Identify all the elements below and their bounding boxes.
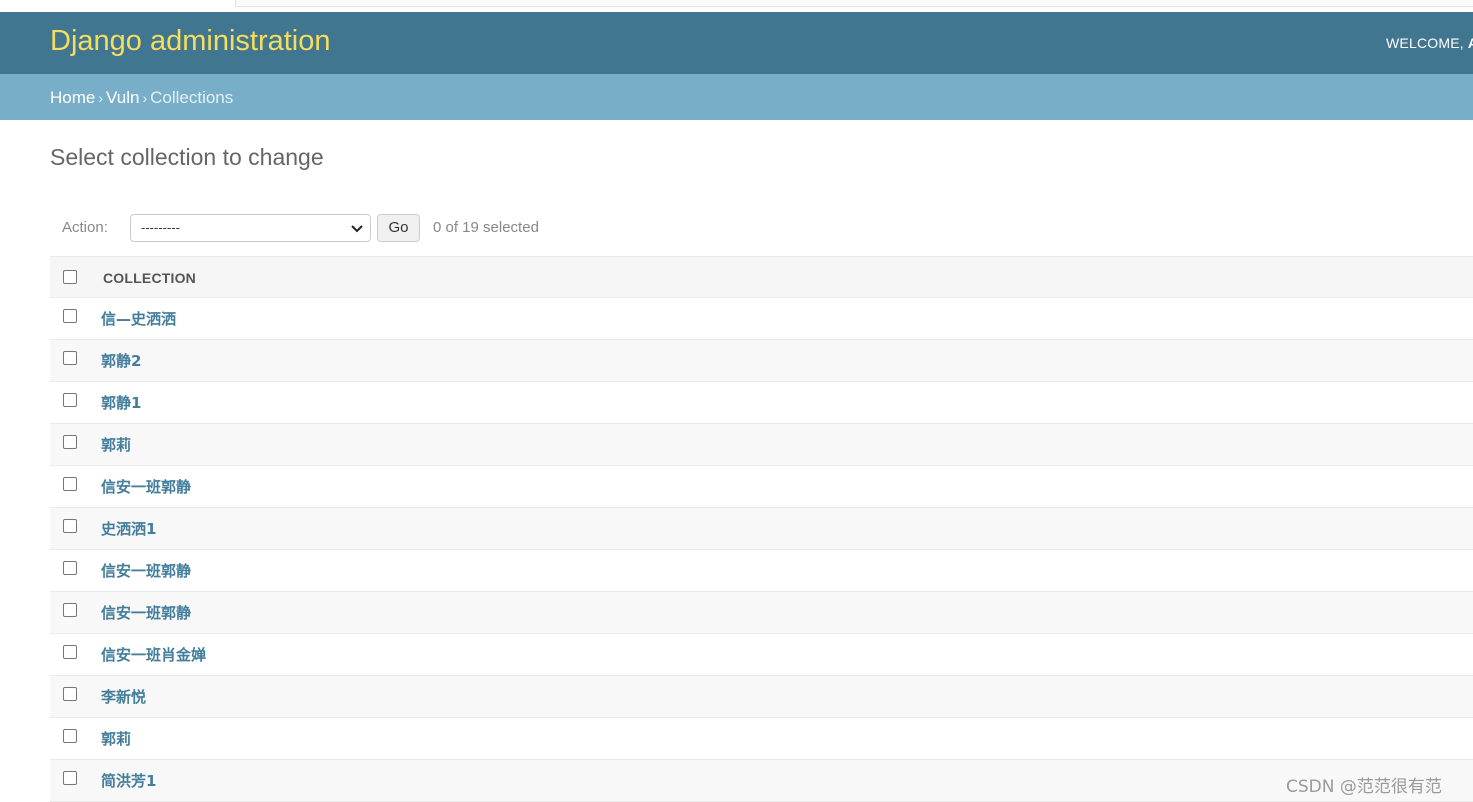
row-checkbox[interactable] [63, 603, 77, 617]
breadcrumb-separator: › [142, 90, 148, 106]
chevron-down-icon [351, 225, 363, 233]
csdn-watermark: CSDN @范范很有范 [1286, 777, 1442, 797]
collection-link[interactable]: 信—史洒洒 [101, 308, 176, 329]
collection-link[interactable]: 信安一班郭静 [101, 476, 191, 497]
select-all-checkbox[interactable] [63, 270, 77, 284]
collection-link[interactable]: 信安一班郭静 [101, 602, 191, 623]
table-row: 郭静1 [50, 382, 1473, 424]
collection-link[interactable]: 李新悦 [101, 686, 146, 707]
action-label: Action: [62, 219, 108, 236]
admin-header: Django administration WELCOME, A [0, 12, 1473, 74]
breadcrumb-separator: › [98, 90, 104, 106]
welcome-text: WELCOME, [1386, 35, 1464, 51]
column-header-collection[interactable]: COLLECTION [103, 270, 196, 286]
action-select[interactable]: --------- [130, 214, 371, 242]
row-checkbox[interactable] [63, 351, 77, 365]
breadcrumb-app-link[interactable]: Vuln [106, 88, 139, 107]
row-checkbox[interactable] [63, 561, 77, 575]
table-row: 史洒洒1 [50, 508, 1473, 550]
table-row: 信—史洒洒 [50, 298, 1473, 340]
row-checkbox[interactable] [63, 435, 77, 449]
collection-link[interactable]: 简洪芳1 [101, 770, 156, 791]
actions-bar: Action: --------- Go 0 of 19 selected [50, 207, 1473, 251]
table-header: COLLECTION [50, 256, 1473, 298]
table-row: 信安一班肖金婵 [50, 634, 1473, 676]
site-name-link[interactable]: Django administration [50, 25, 330, 58]
go-button[interactable]: Go [377, 214, 420, 242]
row-checkbox[interactable] [63, 729, 77, 743]
breadcrumb-current: Collections [150, 88, 234, 107]
collection-link[interactable]: 郭莉 [101, 434, 131, 455]
row-checkbox[interactable] [63, 477, 77, 491]
row-checkbox[interactable] [63, 771, 77, 785]
table-row: 郭莉 [50, 718, 1473, 760]
collection-link[interactable]: 郭静1 [101, 392, 141, 413]
table-row: 简洪芳1 [50, 760, 1473, 802]
table-row: 信安一班郭静 [50, 592, 1473, 634]
collection-link[interactable]: 史洒洒1 [101, 518, 156, 539]
breadcrumb-home-link[interactable]: Home [50, 88, 95, 107]
result-list-table: COLLECTION 信—史洒洒 郭静2 郭静1 郭莉 信安一班郭静 史洒洒1 … [50, 256, 1473, 802]
collection-link[interactable]: 郭莉 [101, 728, 131, 749]
browser-tab-edge [235, 0, 1473, 7]
page-title: Select collection to change [50, 144, 324, 170]
row-checkbox[interactable] [63, 309, 77, 323]
breadcrumb: Home › Vuln › Collections [0, 74, 1473, 120]
row-checkbox[interactable] [63, 687, 77, 701]
table-row: 信安一班郭静 [50, 550, 1473, 592]
table-row: 李新悦 [50, 676, 1473, 718]
action-select-value: --------- [141, 220, 180, 235]
row-checkbox[interactable] [63, 645, 77, 659]
table-row: 信安一班郭静 [50, 466, 1473, 508]
table-row: 郭静2 [50, 340, 1473, 382]
collection-link[interactable]: 郭静2 [101, 350, 141, 371]
user-name: A [1468, 35, 1473, 51]
collection-link[interactable]: 信安一班郭静 [101, 560, 191, 581]
browser-top-strip [0, 0, 1473, 12]
collection-link[interactable]: 信安一班肖金婵 [101, 644, 206, 665]
table-row: 郭莉 [50, 424, 1473, 466]
row-checkbox[interactable] [63, 393, 77, 407]
selection-counter: 0 of 19 selected [433, 219, 539, 236]
row-checkbox[interactable] [63, 519, 77, 533]
user-tools: WELCOME, A [1386, 35, 1473, 51]
